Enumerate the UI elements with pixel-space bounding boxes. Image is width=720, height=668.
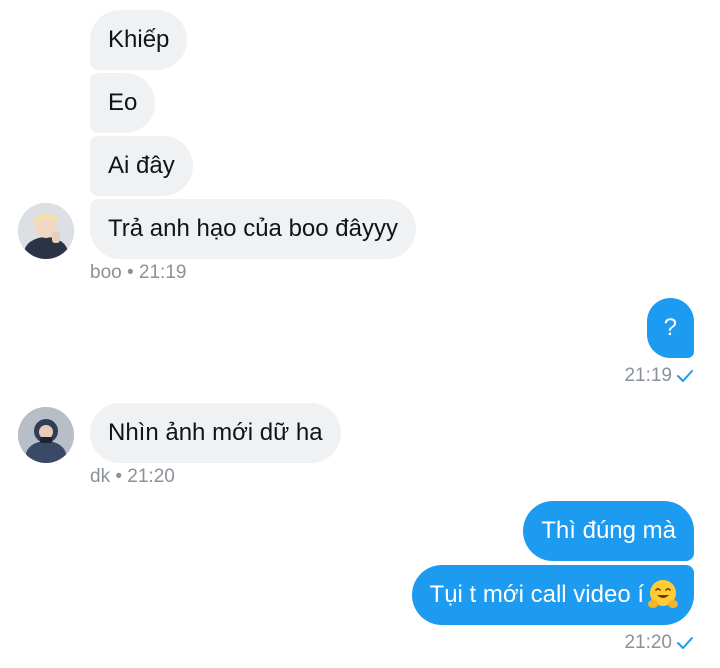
message-meta-outgoing-2: 21:20 [624, 632, 694, 654]
hugging-face-emoji [648, 580, 678, 608]
message-bubble-question[interactable]: ? [646, 298, 694, 358]
message-text: Trả anh hạo của boo đâyyy [108, 215, 398, 242]
message-text: Ai đây [108, 152, 175, 179]
message-meta-boo: boo • 21:19 [90, 262, 187, 283]
message-text: Khiếp [108, 26, 170, 53]
avatar-dk[interactable] [18, 407, 74, 463]
message-meta-dk: dk • 21:20 [90, 466, 175, 487]
avatar-dk-image [18, 407, 74, 463]
message-bubble-tra-anh-hao[interactable]: Trả anh hạo của boo đâyyy [90, 199, 416, 259]
avatar-boo-image [18, 203, 74, 259]
message-meta-outgoing-1: 21:19 [624, 365, 694, 387]
message-text: Nhìn ảnh mới dữ ha [108, 419, 323, 446]
timestamp: 21:20 [624, 632, 672, 653]
avatar-boo[interactable] [18, 203, 74, 259]
message-text: Tụi t mới call video í [429, 581, 644, 608]
message-bubble-nhin-anh[interactable]: Nhìn ảnh mới dữ ha [90, 403, 341, 463]
message-bubble-call-video[interactable]: Tụi t mới call video í [411, 565, 694, 625]
message-bubble-thi-dung-ma[interactable]: Thì đúng mà [523, 501, 694, 561]
message-text: Thì đúng mà [541, 517, 676, 544]
checkmark-icon [677, 636, 693, 649]
message-text: Eo [108, 89, 138, 116]
message-bubble-khiep[interactable]: Khiếp [90, 10, 188, 70]
message-bubble-eo[interactable]: Eo [90, 73, 156, 133]
message-bubble-ai-day[interactable]: Ai đây [90, 136, 193, 196]
checkmark-icon [677, 369, 693, 382]
message-text: ? [663, 314, 677, 341]
timestamp: 21:19 [624, 365, 672, 386]
